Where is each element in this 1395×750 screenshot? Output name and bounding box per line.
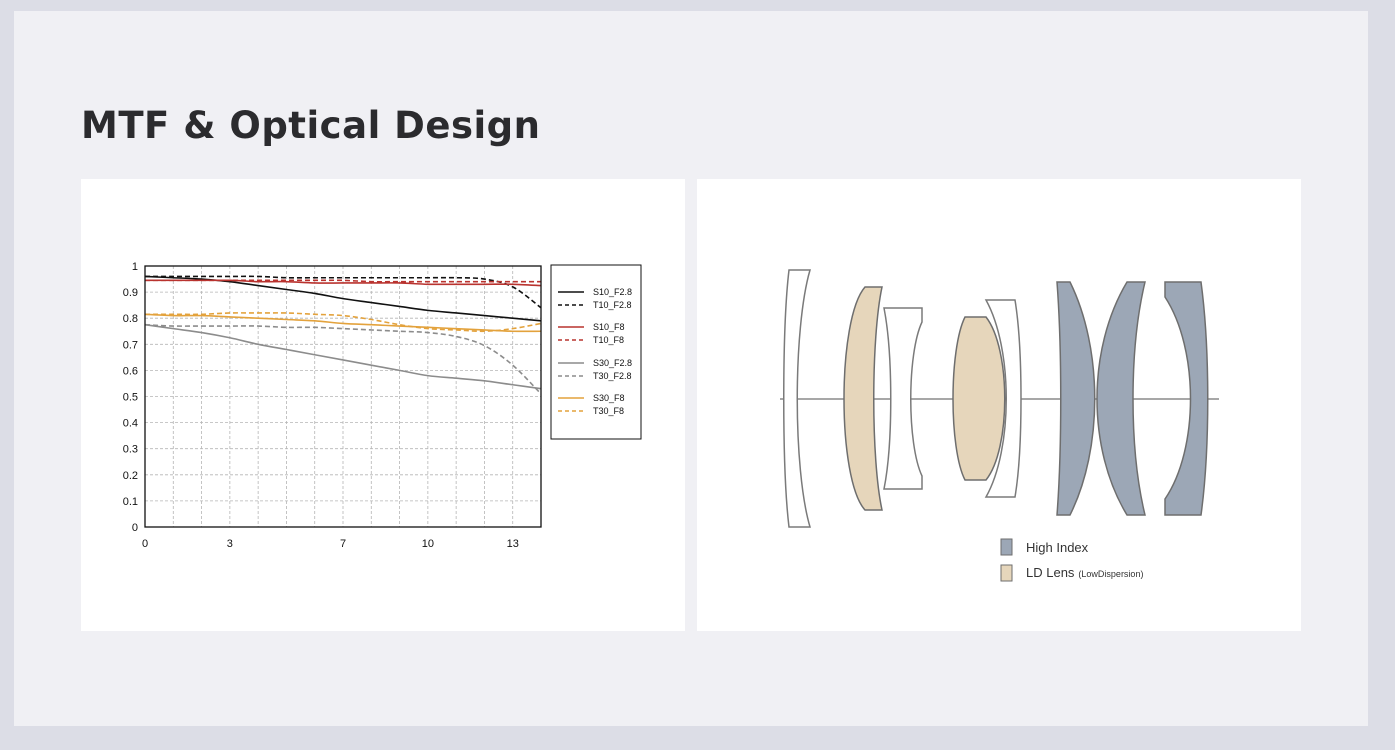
y-tick-label: 1 — [132, 261, 138, 273]
legend-label: S30_F8 — [593, 393, 625, 403]
legend-swatch-ld-lens — [1000, 564, 1013, 582]
x-tick-label: 0 — [142, 538, 148, 550]
page-title: MTF & Optical Design — [81, 104, 541, 147]
x-tick-label: 3 — [227, 538, 233, 550]
legend-high-index: High Index — [1000, 538, 1089, 556]
x-tick-labels: 0 3 7 10 13 — [142, 538, 519, 550]
y-tick-label: 0.7 — [123, 339, 138, 351]
y-tick-label: 0.6 — [123, 365, 138, 377]
y-tick-label: 0.3 — [123, 444, 138, 456]
legend-label-ld-lens: LD Lens (LowDispersion) — [1026, 565, 1143, 580]
y-tick-label: 0.5 — [123, 392, 138, 404]
y-tick-label: 0.9 — [123, 287, 138, 299]
lens-element-6-high-index — [1056, 281, 1096, 516]
optical-design-panel: High Index LD Lens (LowDispersion) — [697, 179, 1301, 631]
legend-label: T30_F8 — [593, 406, 624, 416]
lens-element-4-ld — [952, 316, 1006, 481]
mtf-chart: 0 0.1 0.2 0.3 0.4 0.5 0.6 0.7 0.8 0.9 1 0 3 7 10 13 S1… — [123, 261, 642, 550]
y-tick-label: 0.2 — [123, 470, 138, 482]
mtf-chart-panel: 0 0.1 0.2 0.3 0.4 0.5 0.6 0.7 0.8 0.9 1 0 3 7 10 13 S1… — [81, 179, 685, 631]
optical-diagram: High Index LD Lens (LowDispersion) — [780, 269, 1219, 582]
y-tick-label: 0 — [132, 522, 138, 534]
legend-ld-lens-note: (LowDispersion) — [1078, 569, 1143, 579]
legend-ld-lens: LD Lens (LowDispersion) — [1000, 564, 1143, 582]
legend-label: S30_F2.8 — [593, 358, 632, 368]
x-tick-label: 10 — [422, 538, 434, 550]
legend-label: T30_F2.8 — [593, 371, 632, 381]
y-tick-label: 0.1 — [123, 496, 138, 508]
legend-label: T10_F2.8 — [593, 300, 632, 310]
y-tick-label: 0.4 — [123, 418, 138, 430]
x-tick-label: 7 — [340, 538, 346, 550]
legend-label: T10_F8 — [593, 335, 624, 345]
legend-label: S10_F2.8 — [593, 287, 632, 297]
legend-label-high-index: High Index — [1026, 540, 1089, 555]
x-tick-label: 13 — [507, 538, 519, 550]
y-tick-labels: 0 0.1 0.2 0.3 0.4 0.5 0.6 0.7 0.8 0.9 1 — [123, 261, 138, 534]
legend-swatch-high-index — [1000, 538, 1013, 556]
legend-label: S10_F8 — [593, 322, 625, 332]
page-container: MTF & Optical Design 0 0.1 0.2 0.3 0.4 0.5 0.6… — [14, 11, 1368, 726]
y-tick-label: 0.8 — [123, 313, 138, 325]
legend-ld-lens-name: LD Lens — [1026, 565, 1075, 580]
